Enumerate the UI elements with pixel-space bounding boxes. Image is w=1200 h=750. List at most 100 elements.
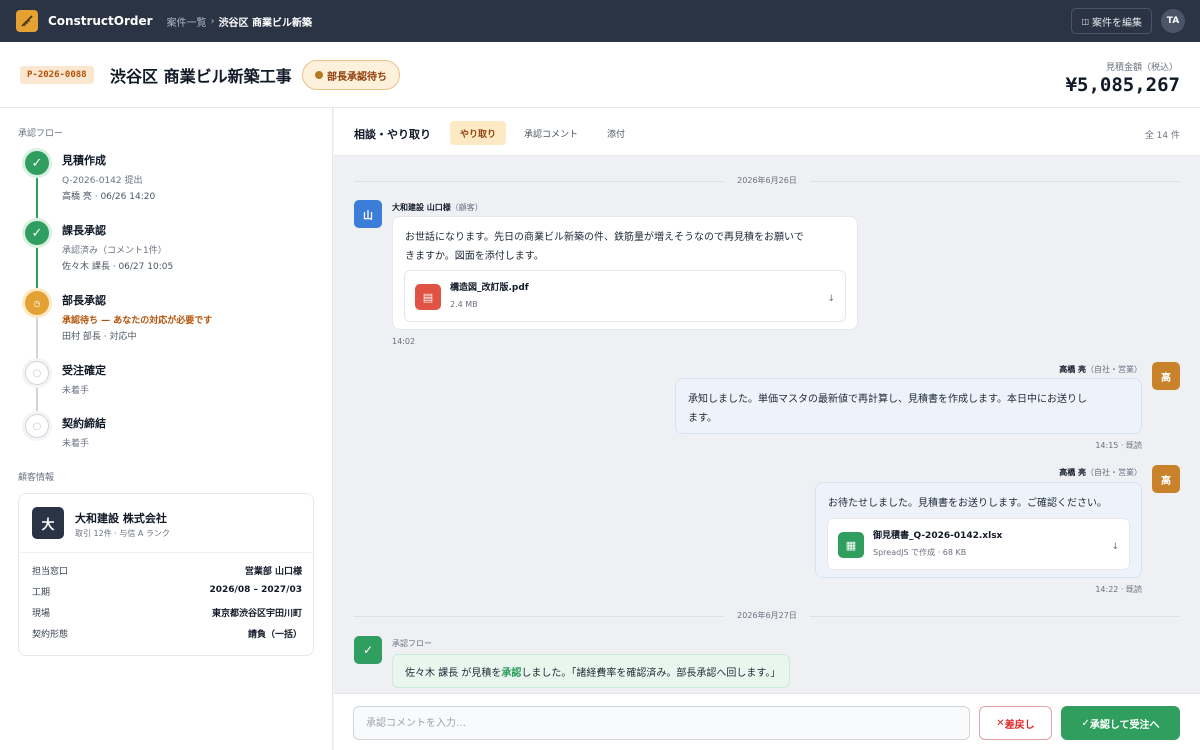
status-badge: 部長承認待ち xyxy=(302,60,400,90)
customer-section-title: 顧客情報 xyxy=(18,473,55,483)
step-meta: 高橋 亮 · 06/26 14:20 xyxy=(62,192,156,202)
status-label: 部長承認待ち xyxy=(327,71,387,83)
message-bubble: お世話になります。先日の商業ビル新築の件、鉄筋量が増えそうなので再見積をお願いで… xyxy=(392,216,858,330)
message-line: お待たせしました。見積書をお送りします。ご確認ください。 xyxy=(828,498,1107,509)
row-key: 担当窓口 xyxy=(32,567,69,577)
message-count: 全 14 件 xyxy=(1144,131,1180,141)
row-value: 東京都渋谷区宇田川町 xyxy=(211,609,302,619)
step-meta: 田村 部長 · 対応中 xyxy=(62,332,137,342)
event-highlight: 承認 xyxy=(501,667,522,679)
approval-comment-input[interactable] xyxy=(353,706,970,740)
top-bar: ConstructOrder 案件一覧 › 渋谷区 商業ビル新築 ◫ 案件を編集 … xyxy=(0,0,1200,42)
step-sub: 未着手 xyxy=(62,386,90,396)
row-value: 2026/08 – 2027/03 xyxy=(209,585,303,595)
tab-attachments[interactable]: 添付 xyxy=(597,121,635,145)
message-bubble: 承知しました。単価マスタの最新値で再計算し、見積書を作成します。本日中にお送りし… xyxy=(675,378,1142,434)
customer-card[interactable]: 大 大和建設 株式会社 取引 12件 · 与信 A ランク 担当窓口 営業部 山口… xyxy=(18,493,314,656)
project-id-badge: P-2026-0088 xyxy=(20,66,94,84)
attachment-name: 構造図_改訂版.pdf xyxy=(450,283,529,293)
event-text: しました。「諸経費率を確認済み。部長承認へ回します。」 xyxy=(521,667,781,679)
date-separator: 2026年6月26日 xyxy=(354,174,1180,188)
system-sender: 承認フロー xyxy=(392,639,432,648)
step-todo-indicator: ○ xyxy=(22,411,52,441)
attachment-size: SpreadJS で作成 · 68 KB xyxy=(873,548,967,557)
close-icon: ✕ xyxy=(996,717,1005,729)
approval-event-message: 佐々木 課長 が見積を 承認 しました。「諸経費率を確認済み。部長承認へ回します。」 xyxy=(392,654,790,688)
step-name: 契約締結 xyxy=(62,417,106,430)
step-sub: 承認待ち — あなたの対応が必要です xyxy=(62,316,213,326)
conversation-title: 相談・やり取り xyxy=(354,128,431,141)
step-done-indicator: ✓ xyxy=(22,148,52,178)
customer-name: 大和建設 株式会社 xyxy=(75,512,167,525)
approval-check-icon: ✓ xyxy=(354,636,382,664)
approve-button[interactable]: ✓ 承認して受注へ xyxy=(1061,706,1180,740)
tab-approval-comments[interactable]: 承認コメント xyxy=(514,121,588,145)
attachment-name: 御見積書_Q-2026-0142.xlsx xyxy=(873,531,1003,541)
estimate-label: 見積金額（税込） xyxy=(1105,63,1178,73)
conversation-tabs: 相談・やり取り やり取り 承認コメント 添付 全 14 件 xyxy=(334,108,1200,156)
spreadsheet-file-icon: ▦ xyxy=(838,532,864,558)
flow-connector xyxy=(36,246,38,288)
avatar[interactable]: 高 xyxy=(1152,362,1180,390)
step-meta: 佐々木 課長 · 06/27 10:05 xyxy=(62,262,174,272)
sender-role: （自社・営業） xyxy=(1086,468,1142,477)
message-time: 14:02 xyxy=(392,337,416,346)
row-value: 営業部 山口様 xyxy=(244,567,302,577)
attachment-xlsx[interactable]: ▦ 御見積書_Q-2026-0142.xlsx SpreadJS で作成 · 6… xyxy=(827,518,1130,570)
step-name: 部長承認 xyxy=(62,294,106,307)
page-title: 渋谷区 商業ビル新築工事 xyxy=(110,67,292,86)
breadcrumb-current: 渋谷区 商業ビル新築 xyxy=(218,17,313,29)
project-header: P-2026-0088 渋谷区 商業ビル新築工事 部長承認待ち 見積金額（税込）… xyxy=(0,42,1200,108)
reject-label: 差戻し xyxy=(1004,719,1035,731)
step-name: 見積作成 xyxy=(62,154,106,167)
flow-section-title: 承認フロー xyxy=(18,129,64,139)
sender-name: 大和建設 山口様 xyxy=(392,203,451,212)
row-key: 契約形態 xyxy=(32,630,69,640)
message-time: 14:15 · 既読 xyxy=(1095,441,1142,450)
step-current-indicator: ◷ xyxy=(22,288,52,318)
reject-button[interactable]: ✕ 差戻し xyxy=(979,706,1052,740)
message-bubble: お待たせしました。見積書をお送りします。ご確認ください。 ▦ 御見積書_Q-20… xyxy=(815,482,1142,578)
message-line: 承知しました。単価マスタの最新値で再計算し、見積書を作成します。本日中にお送りし xyxy=(688,394,1087,405)
flow-connector xyxy=(36,386,38,412)
left-panel: 承認フロー ✓ 見積作成 Q-2026-0142 提出 高橋 亮 · 06/26… xyxy=(0,108,333,750)
step-name: 受注確定 xyxy=(62,364,106,377)
step-done-indicator: ✓ xyxy=(22,218,52,248)
status-dot-icon xyxy=(315,71,323,79)
step-sub: Q-2026-0142 提出 xyxy=(62,176,143,186)
sender-name: 高橋 亮 xyxy=(1059,468,1086,477)
download-icon[interactable]: ↓ xyxy=(827,290,835,309)
step-name: 課長承認 xyxy=(62,224,106,237)
edit-project-label: 案件を編集 xyxy=(1092,17,1142,29)
conversation-panel: 相談・やり取り やり取り 承認コメント 添付 全 14 件 2026年6月26日… xyxy=(334,108,1200,750)
app-title: ConstructOrder xyxy=(48,14,153,28)
approve-label: 承認して受注へ xyxy=(1089,719,1160,731)
tab-exchange[interactable]: やり取り xyxy=(450,121,507,145)
sender-role: （顧客） xyxy=(450,203,483,212)
sender-role: （自社・営業） xyxy=(1086,365,1142,374)
check-icon: ✓ xyxy=(25,221,49,245)
row-value: 請負（一括） xyxy=(247,630,302,640)
attachment-size: 2.4 MB xyxy=(450,300,478,309)
row-key: 工期 xyxy=(32,588,51,598)
estimate-value: ¥5,085,267 xyxy=(1065,74,1180,96)
avatar[interactable]: 山 xyxy=(354,200,382,228)
empty-circle-icon: ○ xyxy=(25,361,49,385)
attachment-pdf[interactable]: ▤ 構造図_改訂版.pdf 2.4 MB ↓ xyxy=(404,270,846,322)
message-line: きますか。図面を添付します。 xyxy=(405,251,544,262)
action-bar: ✕差戻し ✓ 承認して受注へ xyxy=(334,693,1200,750)
app-logo[interactable] xyxy=(16,10,38,32)
download-icon[interactable]: ↓ xyxy=(1111,538,1119,557)
message-sender: 高橋 亮（自社・営業） xyxy=(1059,364,1142,375)
sender-name: 高橋 亮 xyxy=(1059,365,1086,374)
date-label: 2026年6月27日 xyxy=(737,611,797,620)
grid-icon: ◫ xyxy=(1081,16,1089,26)
user-avatar[interactable]: TA xyxy=(1161,9,1185,33)
check-icon: ✓ xyxy=(1081,717,1090,729)
pdf-file-icon: ▤ xyxy=(415,284,441,310)
edit-project-button[interactable]: ◫ 案件を編集 xyxy=(1071,8,1152,34)
step-todo-indicator: ○ xyxy=(22,358,52,388)
clock-icon: ◷ xyxy=(25,291,49,315)
avatar[interactable]: 高 xyxy=(1152,465,1180,493)
breadcrumb-parent[interactable]: 案件一覧 xyxy=(167,14,207,29)
